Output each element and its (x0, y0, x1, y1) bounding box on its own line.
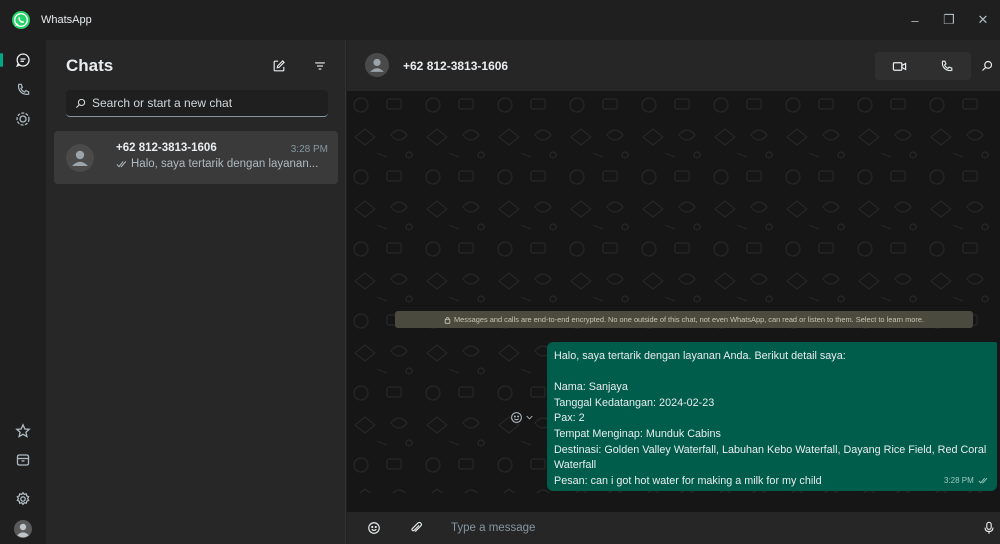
message-text: Halo, saya tertarik dengan layanan Anda.… (554, 349, 994, 489)
reaction-button[interactable] (505, 408, 537, 426)
chat-preview-text: Halo, saya tertarik dengan layanan... (131, 158, 319, 170)
chat-timestamp: 3:28 PM (290, 144, 328, 155)
whatsapp-logo-icon (11, 10, 31, 30)
search-input[interactable] (92, 96, 312, 110)
status-icon[interactable] (8, 104, 38, 134)
conversation-contact-name[interactable]: +62 812-3813-1606 (403, 59, 508, 73)
encryption-notice[interactable]: Messages and calls are end-to-end encryp… (395, 311, 973, 328)
double-check-icon (116, 160, 128, 168)
message-time: 3:28 PM (943, 476, 974, 485)
title-bar: WhatsApp – ❐ ✕ (0, 0, 1000, 40)
search-icon (75, 98, 86, 109)
chat-list-item[interactable]: +62 812-3813-1606 3:28 PM Halo, saya ter… (54, 131, 338, 184)
outgoing-message-bubble[interactable]: Halo, saya tertarik dengan layanan Anda.… (547, 342, 997, 491)
message-line: Halo, saya tertarik dengan layanan Anda.… (554, 350, 846, 362)
contact-avatar-header[interactable] (365, 53, 389, 77)
microphone-icon[interactable] (979, 518, 999, 538)
message-line (554, 365, 994, 381)
close-button[interactable]: ✕ (966, 0, 1000, 40)
new-chat-icon[interactable] (267, 54, 291, 78)
attach-icon[interactable] (406, 518, 426, 538)
chat-preview: Halo, saya tertarik dengan layanan... (116, 158, 318, 170)
chat-list-title: Chats (66, 56, 114, 75)
search-box[interactable] (66, 90, 328, 117)
message-meta: 3:28 PM (944, 476, 989, 485)
conversation-header: +62 812-3813-1606 (347, 40, 1000, 91)
message-line: Tanggal Kedatangan: 2024-02-23 (554, 396, 715, 409)
lock-icon (444, 316, 451, 324)
encryption-notice-text: Messages and calls are end-to-end encryp… (454, 315, 924, 324)
message-line: Tempat Menginap: Munduk Cabins (554, 427, 721, 440)
restore-button[interactable]: ❐ (932, 0, 966, 40)
double-check-icon (978, 477, 989, 484)
filter-icon[interactable] (308, 54, 332, 78)
call-buttons (875, 52, 971, 80)
message-line: Destinasi: Golden Valley Waterfall, Labu… (554, 443, 987, 472)
video-call-icon[interactable] (875, 52, 923, 80)
navigation-rail (0, 40, 46, 544)
archive-icon[interactable] (8, 445, 38, 475)
conversation-panel: +62 812-3813-1606 Messages and calls are… (347, 40, 1000, 544)
emoji-icon[interactable] (364, 518, 384, 538)
voice-call-icon[interactable] (923, 52, 971, 80)
calls-icon[interactable] (8, 74, 38, 104)
message-line: Pax: 2 (554, 412, 585, 425)
chat-contact-name: +62 812-3813-1606 (116, 142, 217, 154)
message-composer (347, 512, 1000, 544)
chevron-down-icon (525, 415, 533, 420)
message-input[interactable] (451, 519, 951, 537)
chats-icon[interactable] (8, 45, 38, 75)
contact-avatar (66, 144, 94, 172)
chat-list-panel: Chats +62 812-3813-1606 3:28 PM (46, 40, 346, 544)
message-line: Pesan: can i got hot water for making a … (554, 474, 822, 487)
message-line: Nama: Sanjaya (554, 381, 628, 394)
minimize-button[interactable]: – (898, 0, 932, 40)
app-title: WhatsApp (41, 14, 92, 26)
settings-icon[interactable] (8, 484, 38, 514)
conversation-search-icon[interactable] (977, 56, 997, 76)
active-indicator (0, 53, 3, 67)
emoji-reaction-icon (510, 411, 523, 424)
profile-avatar[interactable] (8, 514, 38, 544)
starred-icon[interactable] (8, 416, 38, 446)
